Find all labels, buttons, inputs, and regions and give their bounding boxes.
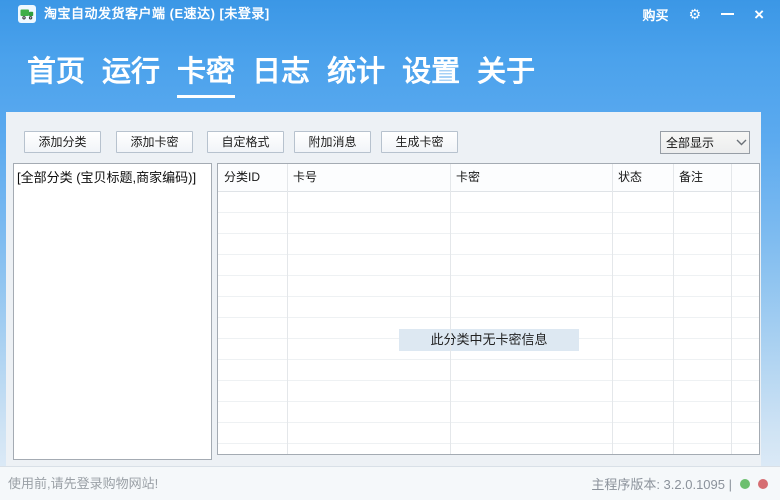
minimize-icon[interactable] xyxy=(721,13,734,15)
column-header-spacer xyxy=(731,164,759,191)
column-divider xyxy=(287,164,288,454)
version-area: 主程序版本: 3.2.0.1095 | xyxy=(591,467,768,500)
content-panel: 添加分类 添加卡密 自定格式 附加消息 生成卡密 全部显示 [全部分类 (宝贝标… xyxy=(6,112,761,466)
title-controls: 购买 ⚙ × xyxy=(642,0,764,28)
nav-item-cardcodes[interactable]: 卡密 xyxy=(177,48,235,98)
table-header-row: 分类ID 卡号 卡密 状态 备注 xyxy=(218,164,759,192)
version-label: 主程序版本: 3.2.0.1095 | xyxy=(591,474,732,493)
window-title: 淘宝自动发货客户端 (E速达) [未登录] xyxy=(44,0,270,28)
column-header-remark[interactable]: 备注 xyxy=(673,164,731,191)
delivery-truck-icon xyxy=(18,5,36,23)
column-header-category-id[interactable]: 分类ID xyxy=(218,164,287,191)
add-cardcode-button[interactable]: 添加卡密 xyxy=(116,131,193,153)
status-bar: 使用前,请先登录购物网站! 主程序版本: 3.2.0.1095 | xyxy=(0,466,780,500)
app-window: { "window": { "title": "淘宝自动发货客户端 (E速达) … xyxy=(0,0,780,500)
column-header-card-number[interactable]: 卡号 xyxy=(287,164,450,191)
nav-item-settings[interactable]: 设置 xyxy=(402,48,460,98)
status-green-dot-icon xyxy=(740,479,750,489)
column-header-card-code[interactable]: 卡密 xyxy=(450,164,612,191)
column-header-status[interactable]: 状态 xyxy=(612,164,673,191)
table-body: 此分类中无卡密信息 xyxy=(218,192,759,455)
nav-item-run[interactable]: 运行 xyxy=(102,48,160,98)
cardcode-table[interactable]: 分类ID 卡号 卡密 状态 备注 此分类中无卡密信息 xyxy=(217,163,760,455)
extra-message-button[interactable]: 附加消息 xyxy=(294,131,371,153)
category-listbox[interactable]: [全部分类 (宝贝标题,商家编码)] xyxy=(13,163,212,460)
generate-cardcode-button[interactable]: 生成卡密 xyxy=(381,131,458,153)
main-nav: 首页 运行 卡密 日志 统计 设置 关于 xyxy=(27,48,535,98)
gear-icon[interactable]: ⚙ xyxy=(689,7,702,21)
column-divider xyxy=(450,164,451,454)
buy-button[interactable]: 购买 xyxy=(642,5,668,24)
nav-item-logs[interactable]: 日志 xyxy=(252,48,310,98)
close-icon[interactable]: × xyxy=(754,6,764,23)
display-filter-dropdown[interactable]: 全部显示 xyxy=(660,131,750,154)
status-message: 使用前,请先登录购物网站! xyxy=(8,467,158,500)
nav-item-about[interactable]: 关于 xyxy=(477,48,535,98)
column-divider xyxy=(673,164,674,454)
title-bar: 淘宝自动发货客户端 (E速达) [未登录] 购买 ⚙ × xyxy=(0,0,780,28)
nav-item-stats[interactable]: 统计 xyxy=(327,48,385,98)
nav-item-home[interactable]: 首页 xyxy=(27,48,85,98)
display-filter-value: 全部显示 xyxy=(661,134,733,151)
empty-table-message: 此分类中无卡密信息 xyxy=(399,329,579,351)
status-red-dot-icon xyxy=(758,479,768,489)
add-category-button[interactable]: 添加分类 xyxy=(24,131,101,153)
chevron-down-icon xyxy=(733,132,749,153)
column-divider xyxy=(731,164,732,454)
column-divider xyxy=(612,164,613,454)
category-list-item[interactable]: [全部分类 (宝贝标题,商家编码)] xyxy=(14,164,211,189)
custom-format-button[interactable]: 自定格式 xyxy=(207,131,284,153)
